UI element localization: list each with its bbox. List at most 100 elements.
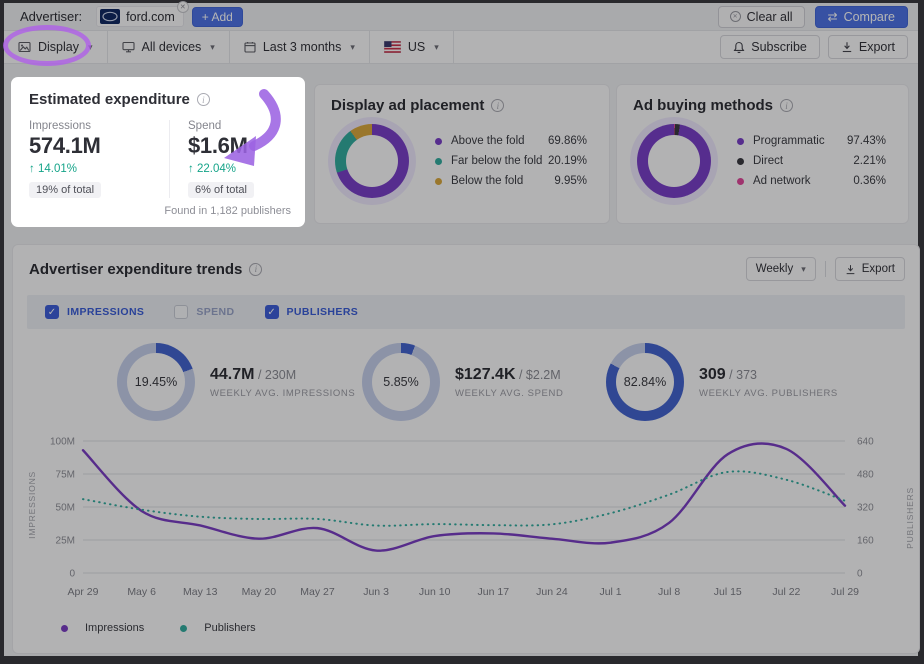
advertiser-tag[interactable]: ford.com <box>96 6 184 27</box>
spend-change: 22.04% <box>188 163 287 175</box>
svg-text:0: 0 <box>69 569 75 580</box>
svg-text:Jun 3: Jun 3 <box>363 586 389 598</box>
svg-text:May 13: May 13 <box>183 586 218 598</box>
right-axis-label: PUBLISHERS <box>905 487 915 549</box>
toggle-publishers[interactable]: PUBLISHERS <box>265 305 359 319</box>
compare-button[interactable]: Compare <box>815 6 908 28</box>
legend-dot <box>435 178 442 185</box>
advertiser-domain: ford.com <box>126 10 175 24</box>
spend-value: $1.6M <box>188 133 287 159</box>
add-advertiser-button[interactable]: + Add <box>192 7 243 27</box>
impressions-share-badge: 19% of total <box>29 182 101 198</box>
svg-text:25M: 25M <box>56 536 75 547</box>
placement-legend: Above the fold 69.86% Far below the fold… <box>435 131 587 198</box>
svg-text:320: 320 <box>857 503 874 514</box>
devices-dropdown[interactable]: All devices <box>108 31 229 63</box>
legend-dot <box>737 138 744 145</box>
remove-advertiser-icon[interactable] <box>177 1 189 13</box>
spend-share-badge: 6% of total <box>188 182 254 198</box>
checkbox-checked-icon <box>45 305 59 319</box>
impressions-value: 574.1M <box>29 133 169 159</box>
legend-item: Direct 2.21% <box>737 151 886 171</box>
svg-text:50M: 50M <box>56 503 75 514</box>
display-type-dropdown[interactable]: Display <box>4 31 107 63</box>
svg-text:Jun 17: Jun 17 <box>478 586 510 598</box>
ford-logo-icon <box>100 9 120 24</box>
legend-dot <box>737 178 744 185</box>
spend-metric: Spend $1.6M 22.04% 6% of total <box>169 120 287 198</box>
period-dropdown[interactable]: Weekly <box>746 257 816 281</box>
country-dropdown[interactable]: US <box>370 31 453 63</box>
legend-item: Below the fold 9.95% <box>435 171 587 191</box>
publishers-footnote: Found in 1,182 publishers <box>164 205 291 217</box>
card-title: Display ad placement <box>315 85 609 114</box>
svg-text:Apr 29: Apr 29 <box>68 586 99 598</box>
divider <box>453 31 454 63</box>
svg-text:100M: 100M <box>50 437 75 448</box>
svg-text:May 6: May 6 <box>127 586 156 598</box>
svg-text:Jul 1: Jul 1 <box>599 586 621 598</box>
svg-text:May 20: May 20 <box>242 586 277 598</box>
ad-buying-methods-card: Ad buying methods Programmatic 97.43% <box>616 84 909 224</box>
info-icon[interactable] <box>197 93 210 106</box>
svg-text:May 27: May 27 <box>300 586 335 598</box>
info-icon[interactable] <box>249 263 262 276</box>
impressions-metric: Impressions 574.1M 14.01% 19% of total <box>29 120 169 198</box>
series-toggle-strip: IMPRESSIONS SPEND PUBLISHERS <box>27 295 905 329</box>
download-icon <box>841 41 853 53</box>
spend-gauge: 5.85% $127.4K / $2.2M WEEKLY AVG. SPEND <box>362 343 606 421</box>
legend-item: Ad network 0.36% <box>737 171 886 191</box>
toggle-spend[interactable]: SPEND <box>174 305 234 319</box>
weekly-average-gauges: 19.45% 44.7M / 230M WEEKLY AVG. IMPRESSI… <box>13 343 919 421</box>
us-flag-icon <box>384 41 401 53</box>
subscribe-button[interactable]: Subscribe <box>720 35 820 59</box>
checkbox-checked-icon <box>265 305 279 319</box>
divider <box>825 261 826 277</box>
gauge-ring: 82.84% <box>606 343 684 421</box>
legend-item: Above the fold 69.86% <box>435 131 587 151</box>
legend-dot <box>737 158 744 165</box>
legend-publishers: Publishers <box>180 622 255 634</box>
line-chart-svg: 0025M16050M32075M480100M640Apr 29May 6Ma… <box>25 431 909 607</box>
advertiser-bar: Advertiser: ford.com + Add Clear all Com… <box>4 3 918 30</box>
svg-text:75M: 75M <box>56 470 75 481</box>
svg-text:640: 640 <box>857 437 874 448</box>
buying-legend: Programmatic 97.43% Direct 2.21% Ad netw… <box>737 131 886 198</box>
svg-text:160: 160 <box>857 536 874 547</box>
main-content: Estimated expenditure Impressions 574.1M… <box>4 64 918 656</box>
adclarity-dashboard: Advertiser: ford.com + Add Clear all Com… <box>4 3 918 656</box>
filter-bar: Display All devices Last 3 months US <box>4 30 918 64</box>
clear-all-button[interactable]: Clear all <box>718 6 805 28</box>
gauge-ring: 5.85% <box>362 343 440 421</box>
export-button[interactable]: Export <box>828 35 908 59</box>
legend-dot <box>180 625 187 632</box>
trend-line-chart: IMPRESSIONS 0025M16050M32075M480100M640A… <box>25 431 919 612</box>
image-icon <box>18 41 31 53</box>
card-title: Estimated expenditure <box>13 79 303 108</box>
chart-legend: Impressions Publishers <box>61 622 919 634</box>
buying-donut-chart <box>637 124 711 198</box>
clear-icon <box>730 11 741 22</box>
advertiser-label: Advertiser: <box>20 9 82 24</box>
trends-export-button[interactable]: Export <box>835 257 905 281</box>
calendar-icon <box>244 41 256 53</box>
trends-title: Advertiser expenditure trends <box>29 261 262 278</box>
toggle-impressions[interactable]: IMPRESSIONS <box>45 305 144 319</box>
placement-donut-chart <box>335 124 409 198</box>
left-axis-label: IMPRESSIONS <box>27 471 37 539</box>
legend-impressions: Impressions <box>61 622 144 634</box>
impressions-gauge: 19.45% 44.7M / 230M WEEKLY AVG. IMPRESSI… <box>117 343 362 421</box>
info-icon[interactable] <box>491 99 504 112</box>
info-icon[interactable] <box>780 99 793 112</box>
svg-text:Jul 29: Jul 29 <box>831 586 859 598</box>
monitor-icon <box>122 41 135 53</box>
legend-item: Programmatic 97.43% <box>737 131 886 151</box>
svg-text:Jun 10: Jun 10 <box>419 586 451 598</box>
download-icon <box>845 264 856 275</box>
checkbox-unchecked-icon <box>174 305 188 319</box>
svg-text:Jul 8: Jul 8 <box>658 586 680 598</box>
date-range-dropdown[interactable]: Last 3 months <box>230 31 369 63</box>
publishers-gauge: 82.84% 309 / 373 WEEKLY AVG. PUBLISHERS <box>606 343 838 421</box>
impressions-change: 14.01% <box>29 163 169 175</box>
card-title: Ad buying methods <box>617 85 908 114</box>
